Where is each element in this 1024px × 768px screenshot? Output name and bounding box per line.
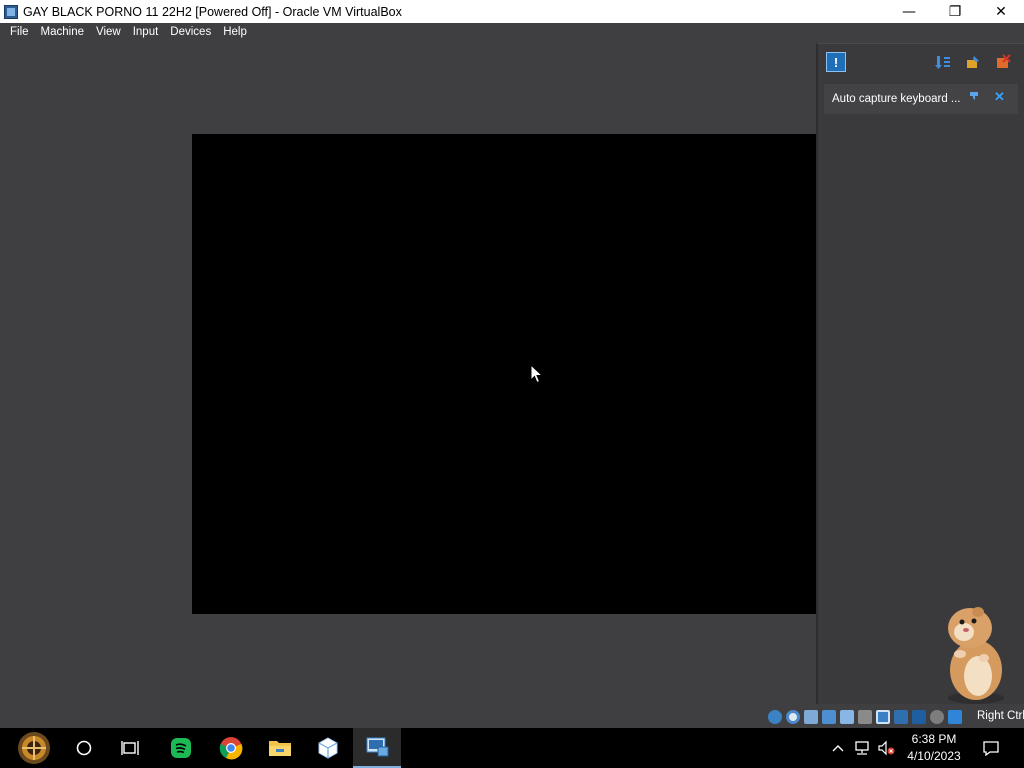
show-hidden-icons-button[interactable] — [828, 728, 848, 768]
vm-display[interactable] — [192, 134, 816, 614]
notification-close-icon[interactable]: ✕ — [994, 89, 1005, 105]
vm-window-icon — [366, 737, 389, 757]
maximize-button[interactable]: ❐ — [932, 0, 978, 23]
taskbar: 6:38 PM 4/10/2023 — [0, 728, 1024, 768]
optical-drive-icon[interactable] — [786, 710, 800, 724]
taskbar-clock[interactable]: 6:38 PM 4/10/2023 — [898, 731, 970, 765]
clock-date: 4/10/2023 — [907, 749, 961, 763]
search-button[interactable] — [60, 728, 108, 768]
title-bar: GAY BLACK PORNO 11 22H2 [Powered Off] - … — [0, 0, 1024, 23]
taskbar-virtualbox[interactable] — [304, 728, 352, 768]
audio-icon[interactable] — [804, 710, 818, 724]
volume-tray[interactable] — [875, 728, 897, 768]
minimize-button[interactable]: — — [886, 0, 932, 23]
menu-view[interactable]: View — [90, 23, 127, 42]
task-view-icon — [121, 741, 139, 755]
host-key-label: Right Ctrl — [977, 710, 1024, 722]
clock-time: 6:38 PM — [911, 732, 957, 746]
recording-icon[interactable] — [894, 710, 908, 724]
taskbar-chrome[interactable] — [207, 728, 255, 768]
file-explorer-icon — [269, 741, 291, 756]
task-view-button[interactable] — [107, 728, 155, 768]
vt-x-icon[interactable] — [912, 710, 926, 724]
pin-icon[interactable] — [963, 52, 983, 72]
start-icon — [18, 732, 50, 764]
menu-bar: File Machine View Input Devices Help — [0, 23, 1024, 42]
info-icon[interactable]: ! — [826, 52, 846, 72]
close-button[interactable]: ✕ — [978, 0, 1024, 23]
hard-disk-icon[interactable] — [768, 710, 782, 724]
mouse-integration-icon[interactable] — [930, 710, 944, 724]
menu-machine[interactable]: Machine — [35, 23, 90, 42]
network-icon — [855, 741, 869, 755]
menu-help[interactable]: Help — [217, 23, 253, 42]
close-all-icon[interactable] — [993, 52, 1013, 72]
notification-toolbar: ! — [818, 44, 1024, 78]
keyboard-capture-icon[interactable] — [948, 710, 962, 724]
menu-file[interactable]: File — [4, 23, 35, 42]
search-icon — [76, 740, 92, 756]
notification-item[interactable]: Auto capture keyboard ... ✕ — [824, 84, 1018, 114]
display-icon[interactable] — [876, 710, 890, 724]
taskbar-vm-window[interactable] — [353, 728, 401, 768]
status-icons — [768, 709, 966, 725]
menu-input[interactable]: Input — [127, 23, 165, 42]
mouse-cursor-icon — [530, 364, 544, 384]
volume-muted-icon — [878, 740, 895, 756]
action-center-button[interactable] — [978, 728, 1004, 768]
notification-icon — [983, 741, 999, 756]
usb-icon[interactable] — [840, 710, 854, 724]
spotify-icon — [171, 738, 191, 758]
menu-devices[interactable]: Devices — [164, 23, 217, 42]
virtualbox-icon — [3, 4, 19, 20]
window-controls: — ❐ ✕ — [886, 0, 1024, 23]
taskbar-file-explorer[interactable] — [256, 728, 304, 768]
notification-center: ! Auto capture keyboard ... ✕ — [816, 43, 1024, 704]
notification-pin-icon[interactable] — [969, 91, 979, 104]
network-icon[interactable] — [822, 710, 836, 724]
chrome-icon — [219, 737, 243, 760]
sort-icon[interactable] — [933, 52, 953, 72]
window-title: GAY BLACK PORNO 11 22H2 [Powered Off] - … — [23, 4, 402, 19]
status-bar: Right Ctrl — [0, 706, 1024, 728]
chevron-up-icon — [832, 745, 844, 752]
hamster-sticker — [948, 607, 1004, 704]
notification-text: Auto capture keyboard ... — [832, 93, 961, 105]
network-tray[interactable] — [851, 728, 873, 768]
virtualbox-icon — [318, 737, 338, 759]
start-button[interactable] — [10, 728, 58, 768]
shared-folders-icon[interactable] — [858, 710, 872, 724]
taskbar-spotify[interactable] — [157, 728, 205, 768]
